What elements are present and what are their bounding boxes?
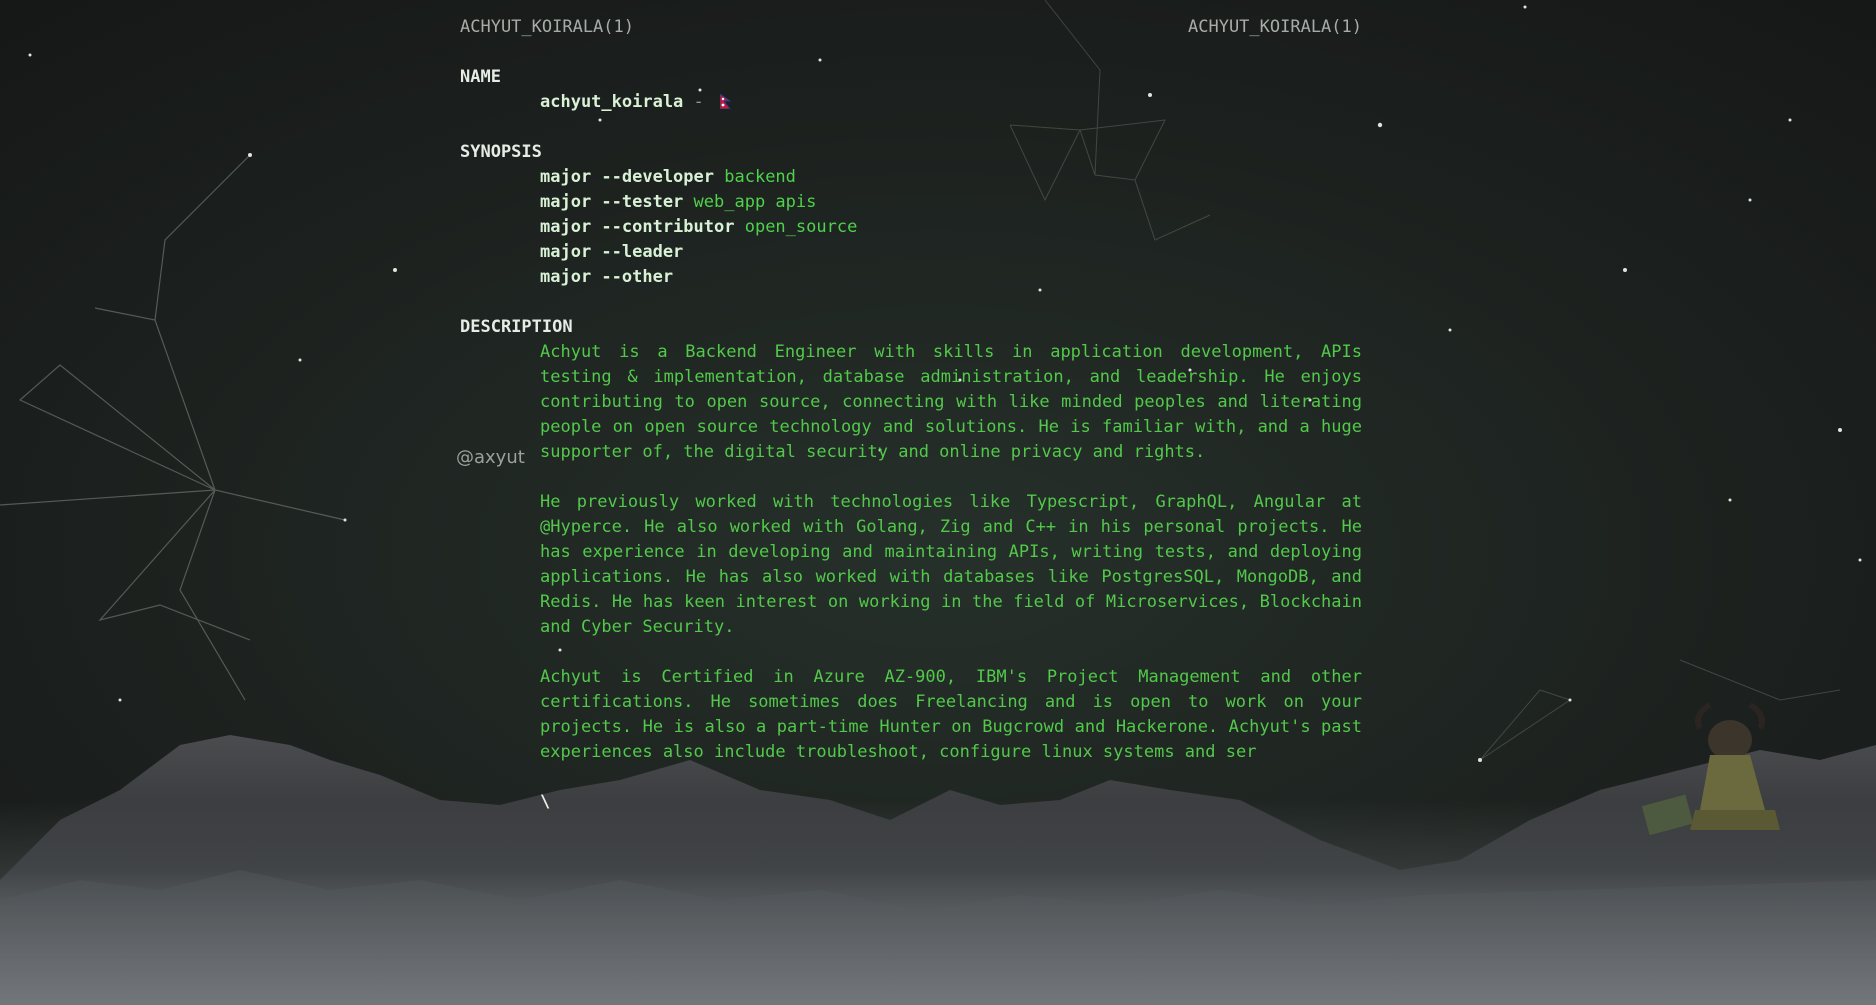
synopsis-line: major --other	[540, 265, 1362, 290]
synopsis-argument: open_source	[744, 217, 858, 237]
synopsis-argument: web_app apis	[693, 192, 817, 212]
nepal-flag-icon	[720, 94, 732, 109]
name-line: achyut_koirala -	[460, 90, 1362, 115]
man-page-header: ACHYUT_KOIRALA(1) ACHYUT_KOIRALA(1)	[460, 15, 1362, 40]
header-right-title: ACHYUT_KOIRALA(1)	[1188, 17, 1362, 37]
synopsis-section-title: SYNOPSIS	[460, 142, 542, 162]
description-paragraph: Achyut is Certified in Azure AZ-900, IBM…	[540, 667, 1362, 762]
synopsis-command: major --contributor	[540, 217, 735, 237]
name-separator: -	[693, 92, 704, 112]
synopsis-command: major --tester	[540, 192, 684, 212]
name-section-title: NAME	[460, 67, 501, 87]
synopsis-line: major --leader	[540, 240, 1362, 265]
header-left-title: ACHYUT_KOIRALA(1)	[460, 17, 634, 37]
description-paragraph: Achyut is a Backend Engineer with skills…	[540, 342, 1362, 462]
description-paragraph: He previously worked with technologies l…	[540, 492, 1362, 637]
synopsis-command: major --developer	[540, 167, 714, 187]
terminal-cursor: \	[540, 792, 551, 812]
synopsis-line: major --tester web_app apis	[540, 190, 1362, 215]
social-handle-link[interactable]: @axyut	[456, 447, 525, 468]
synopsis-line: major --contributor open_source	[540, 215, 1362, 240]
synopsis-argument: backend	[724, 167, 796, 187]
synopsis-list: major --developer backend major --tester…	[460, 165, 1362, 290]
synopsis-line: major --developer backend	[540, 165, 1362, 190]
synopsis-command: major --other	[540, 267, 674, 287]
man-page: ACHYUT_KOIRALA(1) ACHYUT_KOIRALA(1) NAME…	[460, 15, 1362, 815]
synopsis-command: major --leader	[540, 242, 684, 262]
person-name: achyut_koirala	[540, 92, 684, 112]
gnu-mascot-icon	[1641, 702, 1780, 836]
description-section-title: DESCRIPTION	[460, 317, 573, 337]
